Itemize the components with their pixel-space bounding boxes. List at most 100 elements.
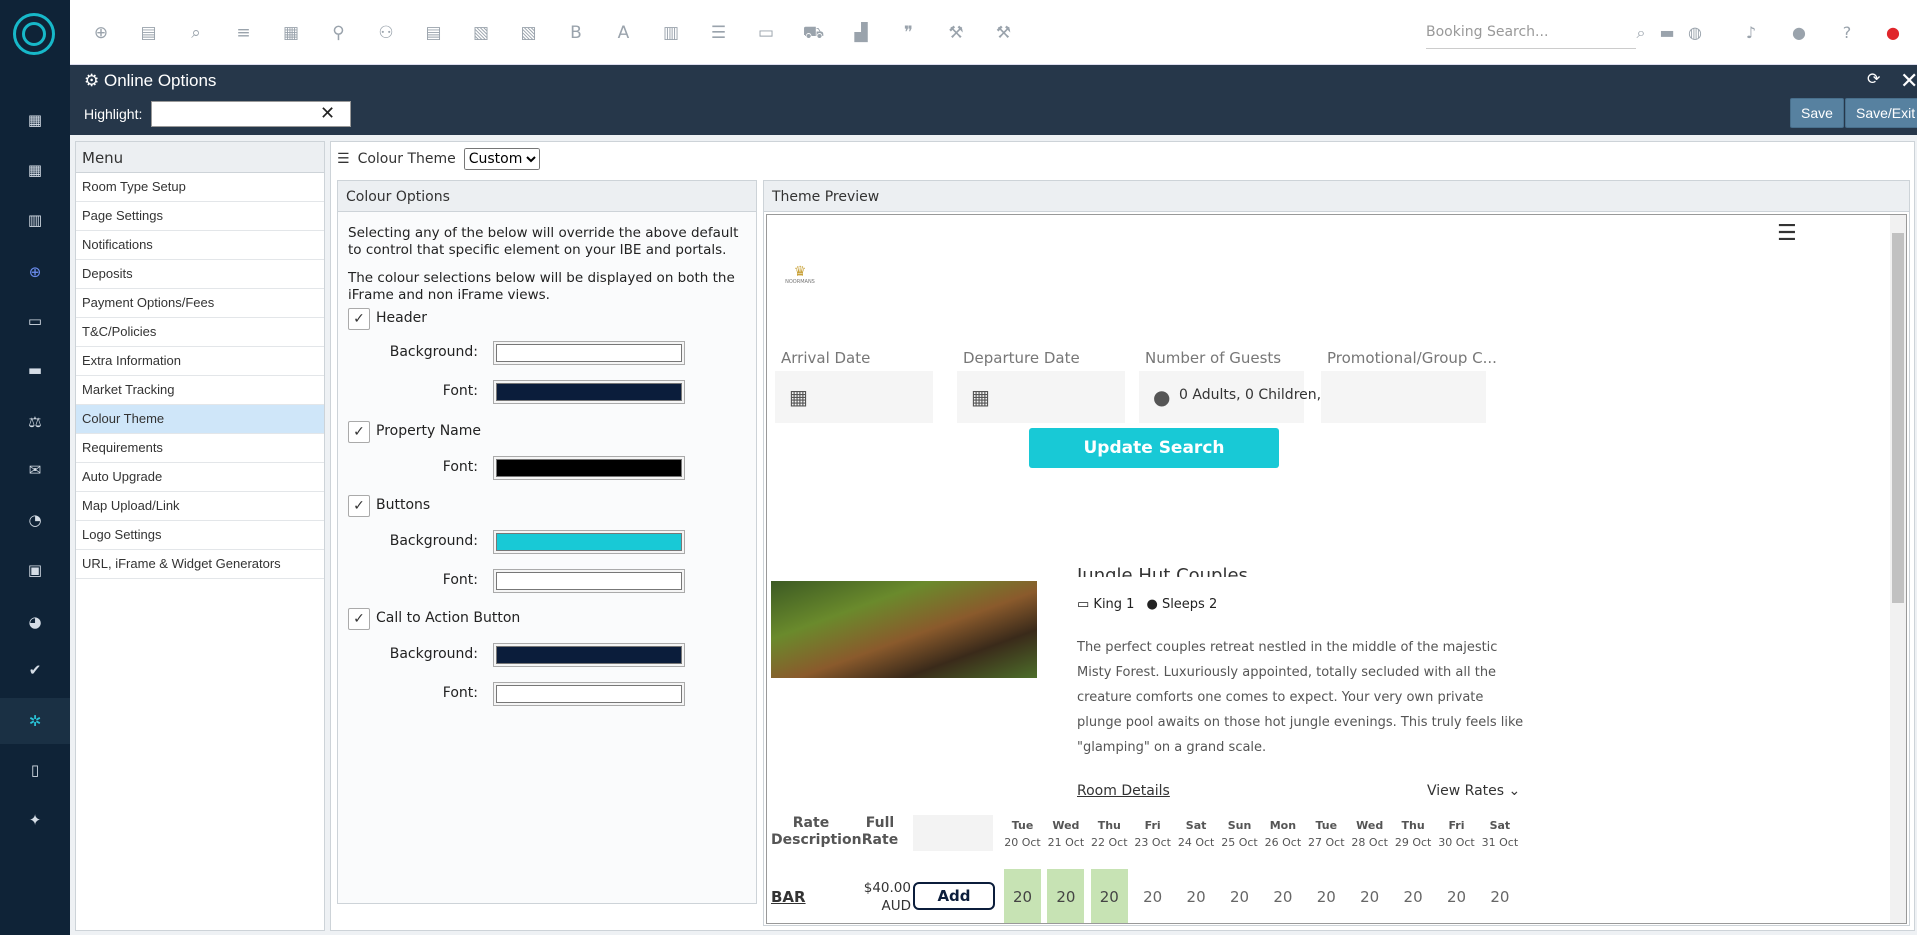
- rate-cell[interactable]: 20: [1438, 869, 1475, 923]
- save-button[interactable]: Save: [1790, 98, 1844, 128]
- menu-item[interactable]: Notifications: [76, 231, 324, 260]
- sidebar-nav-pie-icon[interactable]: ◔: [0, 497, 70, 543]
- chart-icon[interactable]: ▥: [656, 20, 686, 46]
- menu-item[interactable]: Deposits: [76, 260, 324, 289]
- rate-name-link[interactable]: BAR: [771, 888, 806, 906]
- clear-highlight-icon[interactable]: ✕: [320, 103, 335, 124]
- colour-swatch-input[interactable]: [493, 456, 685, 480]
- calendar-icon[interactable]: ▤: [134, 20, 164, 46]
- menu-item[interactable]: Payment Options/Fees: [76, 289, 324, 318]
- quote-icon[interactable]: ❞: [894, 20, 924, 46]
- search-icon[interactable]: ⌕: [181, 20, 211, 46]
- colour-swatch-input[interactable]: [493, 643, 685, 667]
- bed-icon[interactable]: ▬: [1654, 20, 1680, 46]
- rate-cell[interactable]: 20: [1090, 869, 1128, 923]
- sidebar-nav-grid-icon[interactable]: ▦: [0, 97, 70, 143]
- colour-theme-select[interactable]: Custom: [463, 148, 540, 170]
- rate-cell[interactable]: 20: [1134, 869, 1171, 923]
- booking-search-input[interactable]: Booking Search...: [1426, 19, 1636, 49]
- sidebar-nav-scale-icon[interactable]: ⚖: [0, 399, 70, 445]
- colour-swatch-input[interactable]: [493, 341, 685, 365]
- card-icon[interactable]: ▭: [751, 20, 781, 46]
- sidebar-nav-card-icon[interactable]: ▭: [0, 298, 70, 344]
- close-icon[interactable]: ✕: [1900, 69, 1917, 94]
- sidebar-nav-building-icon[interactable]: ▯: [0, 747, 70, 793]
- bold-icon[interactable]: B: [561, 20, 591, 46]
- checklist-icon[interactable]: ☰: [704, 20, 734, 46]
- sliders-icon[interactable]: ≡: [229, 20, 259, 46]
- checkbox-0[interactable]: ✓: [348, 308, 370, 330]
- view-rates-link[interactable]: View Rates ⌄: [1427, 783, 1520, 799]
- rate-cell[interactable]: 20: [1004, 869, 1041, 923]
- menu-item[interactable]: Colour Theme: [76, 405, 324, 434]
- sidebar-nav-check-icon[interactable]: ✔: [0, 647, 70, 693]
- cart-icon[interactable]: ⛟: [799, 20, 829, 46]
- menu-item[interactable]: Map Upload/Link: [76, 492, 324, 521]
- rate-cell[interactable]: 20: [1221, 869, 1258, 923]
- hamburger-icon[interactable]: ☰: [1777, 221, 1797, 246]
- colour-swatch-input[interactable]: [493, 569, 685, 593]
- menu-item[interactable]: T&C/Policies: [76, 318, 324, 347]
- scroll-thumb[interactable]: [1892, 233, 1904, 603]
- update-search-button[interactable]: Update Search: [1029, 428, 1279, 468]
- menu-item[interactable]: Room Type Setup: [76, 173, 324, 202]
- preview-field-2[interactable]: ● 0 Adults, 0 Children,: [1139, 371, 1321, 423]
- preview-frame[interactable]: ☰ ♛ NOORMANS Arrival Date ▦ Departure Date…: [766, 214, 1907, 924]
- menu-item[interactable]: Requirements: [76, 434, 324, 463]
- hamburger-icon[interactable]: ☰: [337, 151, 350, 167]
- sidebar-nav-gauge-icon[interactable]: ◕: [0, 599, 70, 645]
- preview-field-3[interactable]: [1321, 371, 1486, 423]
- pin-icon[interactable]: ⚲: [324, 20, 354, 46]
- rate-cell[interactable]: 20: [1395, 869, 1432, 923]
- preview-field-0[interactable]: ▦: [775, 371, 933, 423]
- plus-circle-icon[interactable]: ⊕: [86, 20, 116, 46]
- sidebar-nav-bird-icon[interactable]: ✦: [0, 797, 70, 843]
- users-icon[interactable]: ⚇: [371, 20, 401, 46]
- menu-item[interactable]: Market Tracking: [76, 376, 324, 405]
- globe-icon[interactable]: ◍: [1682, 20, 1708, 46]
- sidebar-nav-briefcase-icon[interactable]: ▣: [0, 547, 70, 593]
- menu-item[interactable]: Logo Settings: [76, 521, 324, 550]
- room-details-link[interactable]: Room Details: [1077, 783, 1170, 799]
- hammer-icon[interactable]: ⚒: [989, 20, 1019, 46]
- save-exit-button[interactable]: Save/Exit: [1845, 98, 1917, 128]
- menu-item[interactable]: Page Settings: [76, 202, 324, 231]
- help-icon[interactable]: ?: [1834, 20, 1860, 46]
- preview-scrollbar[interactable]: [1890, 215, 1906, 923]
- menu-item[interactable]: URL, iFrame & Widget Generators: [76, 550, 324, 579]
- add-rate-button[interactable]: Add: [913, 882, 995, 910]
- font-icon[interactable]: A: [609, 20, 639, 46]
- menu-item[interactable]: Auto Upgrade: [76, 463, 324, 492]
- rate-cell[interactable]: 20: [1178, 869, 1215, 923]
- wrench-icon[interactable]: ⚒: [941, 20, 971, 46]
- map-icon[interactable]: ▧: [514, 20, 544, 46]
- search-icon[interactable]: ⌕: [1628, 20, 1654, 46]
- sidebar-nav-plus-circle-icon[interactable]: ⊕: [0, 249, 70, 295]
- rate-cell[interactable]: 20: [1047, 869, 1085, 923]
- colour-swatch-input[interactable]: [493, 530, 685, 554]
- checkbox-1[interactable]: ✓: [348, 421, 370, 443]
- checkbox-3[interactable]: ✓: [348, 608, 370, 630]
- checkbox-2[interactable]: ✓: [348, 495, 370, 517]
- rate-cell[interactable]: 20: [1308, 869, 1345, 923]
- sidebar-nav-mail-icon[interactable]: ✉: [0, 447, 70, 493]
- colour-swatch-input[interactable]: [493, 682, 685, 706]
- sidebar-nav-gear-icon[interactable]: ✲: [0, 698, 70, 744]
- sidebar-nav-chart-icon[interactable]: ▥: [0, 197, 70, 243]
- user-icon[interactable]: ●: [1880, 20, 1906, 46]
- grid-icon[interactable]: ▦: [276, 20, 306, 46]
- rate-cell[interactable]: 20: [1351, 869, 1388, 923]
- document-icon[interactable]: ▤: [419, 20, 449, 46]
- chat-icon[interactable]: ●: [1786, 20, 1812, 46]
- factory-icon[interactable]: ▟: [846, 20, 876, 46]
- app-logo[interactable]: [13, 13, 55, 55]
- preview-field-1[interactable]: ▦: [957, 371, 1125, 423]
- rate-cell[interactable]: 20: [1481, 869, 1518, 923]
- sidebar-nav-bed-icon[interactable]: ▬: [0, 347, 70, 393]
- menu-item[interactable]: Extra Information: [76, 347, 324, 376]
- rate-cell[interactable]: 20: [1264, 869, 1301, 923]
- map-icon[interactable]: ▧: [466, 20, 496, 46]
- bell-icon[interactable]: ♪: [1738, 20, 1764, 46]
- colour-swatch-input[interactable]: [493, 380, 685, 404]
- refresh-icon[interactable]: ⟳: [1867, 69, 1880, 88]
